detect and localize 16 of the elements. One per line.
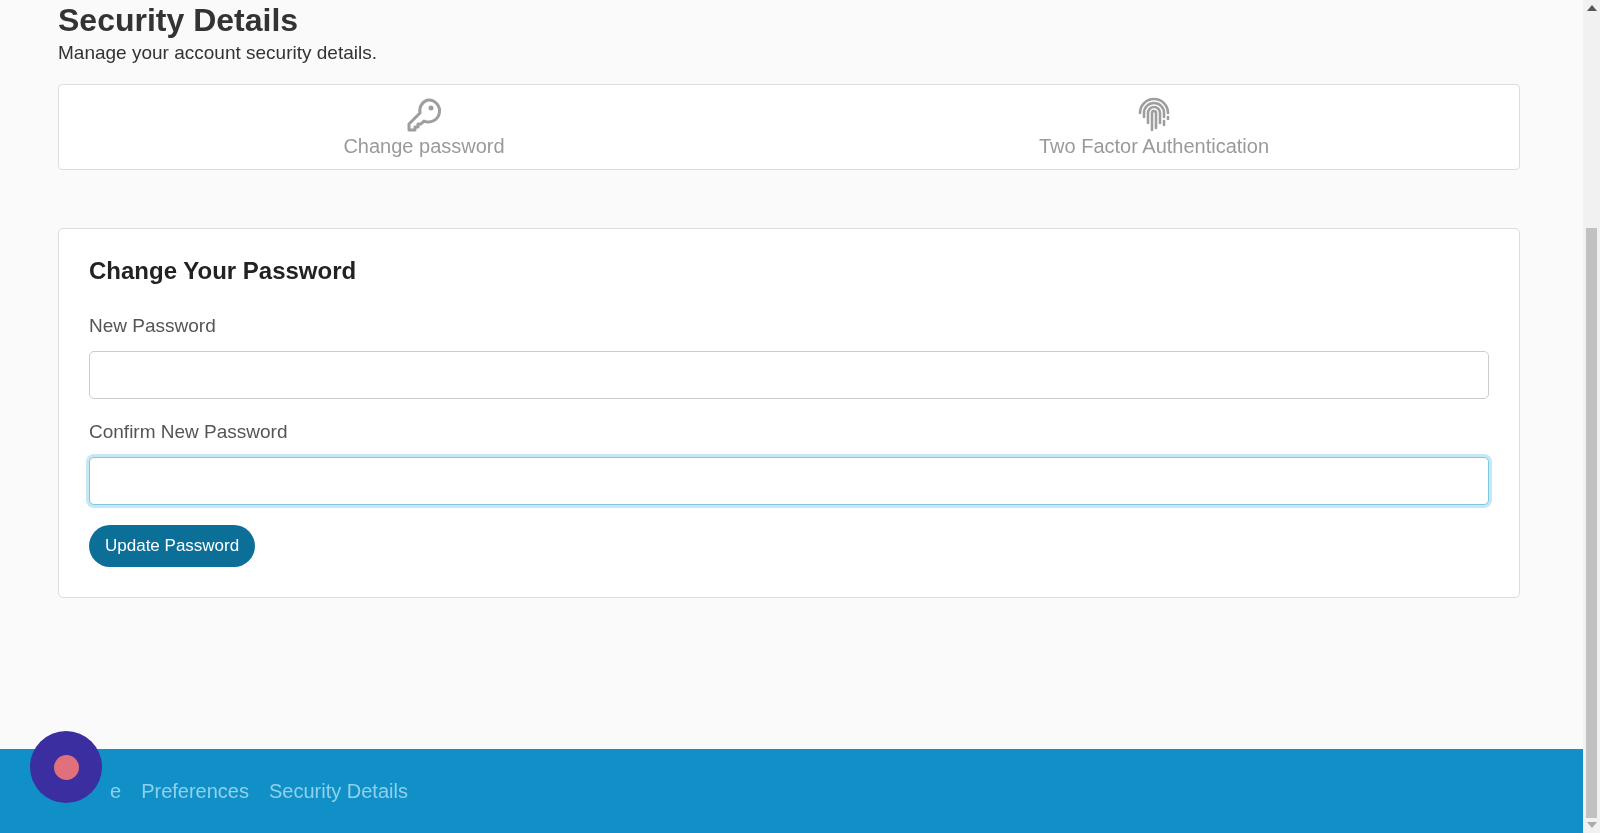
key-icon xyxy=(406,96,442,133)
footer-link[interactable]: Security Details xyxy=(268,779,408,803)
update-password-button[interactable]: Update Password xyxy=(89,525,256,567)
password-field[interactable] xyxy=(89,457,1489,505)
page-subtitle: Manage your account security details. xyxy=(58,42,378,64)
field-label: New Password xyxy=(89,315,217,337)
dot-icon xyxy=(53,754,79,780)
security-tab[interactable]: Two Factor Authentication xyxy=(1028,88,1280,166)
footer-link[interactable]: Preferences xyxy=(141,779,249,803)
password-field[interactable] xyxy=(89,351,1489,399)
page-title: Security Details xyxy=(58,2,300,38)
field-label: Confirm New Password xyxy=(89,421,289,443)
fingerprint-icon xyxy=(1136,96,1172,133)
card-title: Change Your Password xyxy=(89,257,358,285)
security-tab[interactable]: Change password xyxy=(333,88,515,166)
footer-link[interactable]: e xyxy=(110,779,122,803)
